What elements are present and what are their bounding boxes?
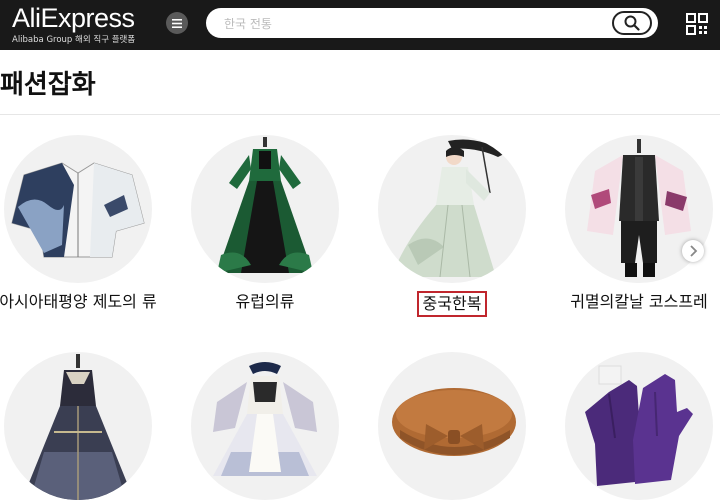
category-maid-outfit[interactable] bbox=[185, 352, 345, 500]
beret-hat-image bbox=[392, 388, 516, 456]
category-image bbox=[378, 352, 526, 500]
page-title: 패션잡화 bbox=[0, 70, 96, 100]
hamburger-icon bbox=[172, 18, 182, 28]
category-asia-pacific-clothing[interactable]: 아시아태평양 제도의 류 bbox=[0, 135, 158, 312]
search-icon bbox=[624, 15, 640, 31]
category-label: 귀멸의칼날 코스프레 bbox=[570, 292, 708, 311]
top-header: AliExpress Alibaba Group 해외 직구 플랫폼 한국 전통 bbox=[0, 0, 720, 50]
search-input[interactable]: 한국 전통 bbox=[224, 15, 272, 32]
menu-button[interactable] bbox=[166, 12, 188, 34]
category-label-highlighted: 중국한복 bbox=[416, 291, 488, 317]
aliexpress-logo[interactable]: AliExpress Alibaba Group 해외 직구 플랫폼 bbox=[12, 2, 135, 45]
category-image bbox=[191, 135, 339, 283]
gloves-image bbox=[585, 365, 693, 486]
category-demon-slayer-cosplay[interactable]: 귀멸의칼날 코스프레 bbox=[559, 135, 719, 312]
category-image bbox=[378, 135, 526, 283]
search-button[interactable] bbox=[612, 11, 652, 35]
qr-code-button[interactable] bbox=[686, 13, 708, 39]
title-divider bbox=[0, 114, 720, 115]
category-image bbox=[191, 352, 339, 500]
search-bar: 한국 전통 bbox=[206, 8, 658, 38]
hanfu-woman-image bbox=[392, 139, 506, 278]
logo-subtitle: Alibaba Group 해외 직구 플랫폼 bbox=[12, 35, 136, 45]
gothic-dress-image bbox=[217, 137, 313, 273]
next-arrow-button[interactable] bbox=[682, 240, 704, 262]
category-gloves[interactable] bbox=[559, 352, 719, 500]
category-chinese-hanfu[interactable]: 중국한복 bbox=[372, 135, 532, 317]
category-image bbox=[565, 352, 713, 500]
category-label: 유럽의류 bbox=[235, 292, 295, 311]
category-label: 아시아태평양 제도의 류 bbox=[0, 292, 157, 311]
chevron-right-icon bbox=[690, 245, 698, 257]
category-image bbox=[4, 352, 152, 500]
kimono-jacket-image bbox=[11, 162, 145, 258]
logo-text: AliExpress bbox=[12, 3, 135, 33]
category-european-clothing[interactable]: 유럽의류 bbox=[185, 135, 345, 312]
category-lolita-dress[interactable] bbox=[0, 352, 158, 500]
category-beret-hat[interactable] bbox=[372, 352, 532, 500]
qr-code-icon bbox=[686, 13, 708, 35]
maid-outfit-image bbox=[213, 362, 317, 476]
category-image bbox=[4, 135, 152, 283]
lolita-dress-image bbox=[22, 354, 134, 500]
